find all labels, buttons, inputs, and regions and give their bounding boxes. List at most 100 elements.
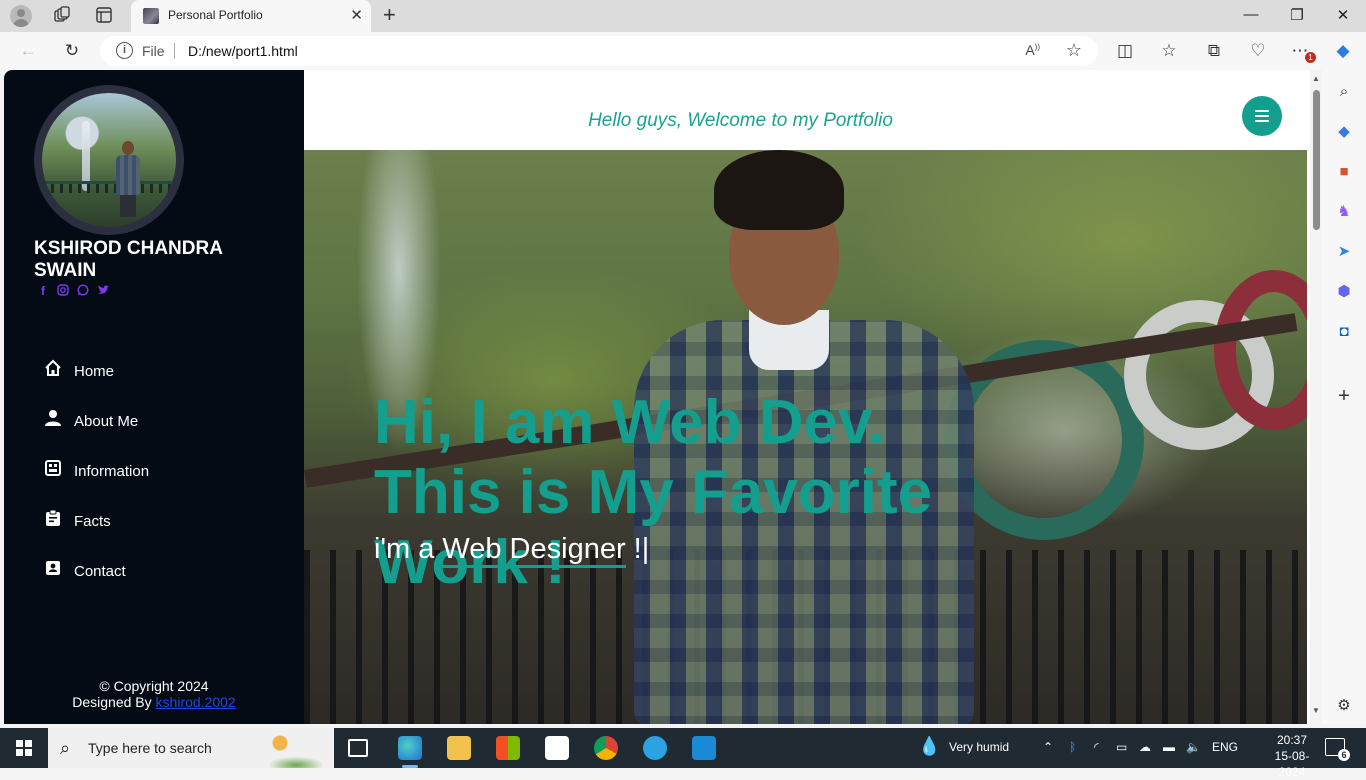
scroll-up-arrow-icon[interactable]: ▲ [1312, 74, 1320, 83]
notification-center-icon[interactable]: 6 [1325, 738, 1350, 761]
read-aloud-icon[interactable]: A)) [1025, 42, 1040, 58]
contact-card-icon [46, 561, 60, 575]
nav-label: About Me [74, 412, 139, 430]
meet-now-icon[interactable]: ▭ [1116, 740, 1127, 754]
weather-droplet-icon[interactable]: 💧 [918, 736, 940, 757]
tab-actions-icon[interactable] [94, 6, 114, 26]
owner-name: KSHIROD CHANDRA SWAIN [34, 238, 223, 281]
chrome-icon[interactable] [594, 736, 618, 760]
outlook-icon[interactable]: ◘ [1334, 322, 1354, 342]
designed-by-line: Designed By kshirod.2002 [4, 694, 304, 710]
social-links: f [37, 284, 109, 299]
collections-icon[interactable]: ⧉ [1203, 40, 1225, 62]
nav-label: Home [74, 362, 115, 380]
whatsapp-icon[interactable] [77, 284, 89, 299]
refresh-icon[interactable]: ↻ [61, 40, 83, 62]
tab-title: Personal Portfolio [168, 8, 263, 22]
edge-taskbar-icon[interactable] [398, 736, 422, 768]
send-icon[interactable]: ➤ [1334, 242, 1354, 262]
new-tab-button[interactable]: + [383, 4, 396, 26]
nav-item-facts[interactable]: Facts [44, 496, 149, 546]
favorites-icon[interactable]: ☆ [1158, 40, 1180, 62]
hero-suffix: !| [633, 533, 650, 565]
scroll-down-arrow-icon[interactable]: ▼ [1312, 706, 1320, 715]
page-viewport: KSHIROD CHANDRA SWAIN f Home About Me In… [4, 70, 1322, 724]
page-scrollbar[interactable]: ▲ ▼ [1310, 70, 1322, 724]
hero-prefix: i'm a [374, 533, 435, 565]
task-view-icon[interactable] [348, 739, 368, 757]
workspaces-icon[interactable] [52, 6, 72, 26]
twitter-icon[interactable] [97, 284, 109, 299]
telegram-icon[interactable] [643, 736, 667, 760]
battery-icon[interactable]: ▬ [1163, 740, 1175, 754]
mail-icon[interactable] [545, 736, 569, 760]
footer-copyright: © Copyright 2024 Designed By kshirod.200… [4, 678, 304, 710]
scrollbar-thumb[interactable] [1313, 90, 1320, 230]
nav-item-contact[interactable]: Contact [44, 546, 149, 596]
facebook-icon[interactable]: f [37, 284, 49, 299]
file-explorer-icon[interactable] [447, 736, 471, 760]
address-separator [174, 43, 175, 59]
sidebar-nav: Home About Me Information Facts Contact [44, 346, 149, 596]
browser-essentials-icon[interactable]: ♡ [1247, 40, 1269, 62]
tray-overflow-icon[interactable]: ⌃ [1043, 740, 1053, 754]
search-icon: ⌕ [60, 738, 71, 758]
volume-icon[interactable]: 🔈 [1186, 740, 1201, 754]
weather-text[interactable]: Very humid [949, 740, 1009, 754]
start-windows-icon[interactable] [16, 740, 32, 756]
welcome-text: Hello guys, Welcome to my Portfolio [588, 110, 893, 131]
language-indicator[interactable]: ENG [1212, 740, 1238, 754]
wifi-icon[interactable]: ◜ [1094, 740, 1099, 754]
edge-sidebar: ⌕ ◆ ■ ♞ ➤ ⬢ ◘ + ⚙ [1322, 70, 1366, 724]
nav-item-home[interactable]: Home [44, 346, 149, 396]
browser-toolbar: ← ↻ i File D:/new/port1.html A)) ☆ ◫ ☆ ⧉… [0, 32, 1366, 70]
search-icon[interactable]: ⌕ [1334, 82, 1354, 102]
address-bar[interactable]: i File D:/new/port1.html A)) ☆ [100, 36, 1098, 66]
nav-item-about[interactable]: About Me [44, 396, 149, 446]
split-screen-icon[interactable]: ◫ [1114, 40, 1136, 62]
copyright-text: © Copyright 2024 [99, 678, 209, 694]
taskbar-search[interactable]: ⌕ Type here to search [48, 728, 334, 768]
tab-close-icon[interactable]: ✕ [350, 6, 363, 24]
page-favicon-icon [143, 8, 159, 24]
hero-section: Hi, I am Web Dev. This is My Favorite Wo… [304, 150, 1307, 724]
tab-personal-portfolio[interactable]: Personal Portfolio ✕ [131, 0, 371, 32]
profile-icon[interactable] [10, 5, 32, 27]
tools-briefcase-icon[interactable]: ■ [1334, 162, 1354, 182]
windows-taskbar: ⌕ Type here to search 💧 Very humid ⌃ ᛒ ◜… [0, 728, 1366, 779]
taskbar-clock[interactable]: 20:37 15-08-2024 [1262, 732, 1322, 780]
url-text[interactable]: D:/new/port1.html [188, 43, 298, 59]
instagram-icon[interactable] [57, 284, 69, 299]
designer-link[interactable]: kshirod.2002 [156, 694, 236, 710]
favorite-star-icon[interactable]: ☆ [1066, 40, 1082, 61]
bluetooth-icon[interactable]: ᛒ [1069, 740, 1076, 754]
onedrive-icon[interactable]: ☁ [1139, 740, 1151, 754]
tab-strip: Personal Portfolio ✕ + — ❐ ✕ [0, 0, 1366, 32]
scheme-label: File [142, 43, 165, 59]
sidebar-settings-icon[interactable]: ⚙ [1334, 696, 1354, 716]
nav-label: Contact [74, 562, 126, 580]
user-icon [45, 410, 61, 426]
clipboard-icon [46, 509, 60, 526]
clock-time: 20:37 [1276, 733, 1308, 747]
back-icon[interactable]: ← [17, 40, 39, 62]
games-icon[interactable]: ♞ [1334, 202, 1354, 222]
site-info-icon[interactable]: i [116, 42, 133, 59]
building-icon [45, 460, 61, 476]
minimize-button[interactable]: — [1228, 6, 1274, 23]
vscode-icon[interactable] [692, 736, 716, 760]
store-icon[interactable] [496, 736, 520, 760]
close-window-button[interactable]: ✕ [1320, 6, 1366, 24]
home-icon [45, 359, 61, 376]
designed-by-label: Designed By [72, 694, 152, 710]
clock-date: 15-08-2024 [1274, 749, 1310, 779]
shopping-tag-icon[interactable]: ◆ [1334, 122, 1354, 142]
microsoft365-icon[interactable]: ⬢ [1334, 282, 1354, 302]
nav-item-information[interactable]: Information [44, 446, 149, 496]
nav-label: Information [74, 462, 150, 480]
hamburger-menu-button[interactable] [1242, 96, 1282, 136]
add-sidebar-app-icon[interactable]: + [1334, 386, 1354, 406]
copilot-icon[interactable]: ◆ [1332, 40, 1354, 62]
restore-button[interactable]: ❐ [1274, 6, 1320, 24]
nav-label: Facts [74, 512, 111, 530]
